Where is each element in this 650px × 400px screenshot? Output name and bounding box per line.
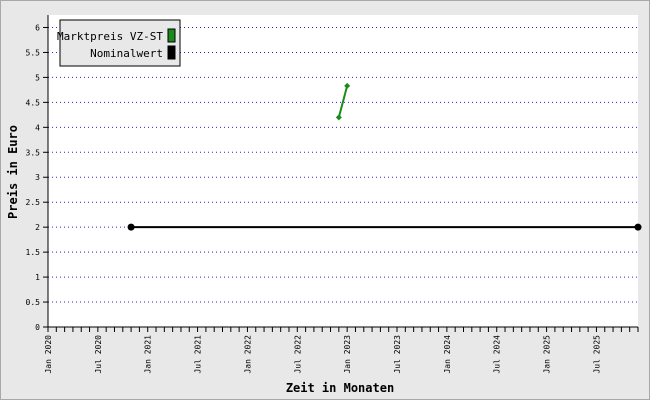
y-tick-label: 4 bbox=[35, 123, 40, 132]
chart-canvas: 0 0.5 1 1.5 2 2.5 3 3.5 4 4.5 5 5.5 6 Jan 2020 Jul 202… bbox=[6, 15, 642, 395]
y-axis-title: Preis in Euro bbox=[6, 125, 20, 219]
legend-swatch-nominalwert bbox=[167, 45, 176, 60]
x-tick-label: Jan 2024 bbox=[443, 335, 452, 374]
x-tick-label: Jan 2020 bbox=[44, 335, 53, 374]
y-tick-label: 1 bbox=[35, 273, 40, 282]
data-point-nominalwert bbox=[634, 223, 642, 231]
y-tick-label: 0 bbox=[35, 323, 40, 332]
x-tick-label: Jul 2022 bbox=[293, 335, 302, 374]
y-tick-label: 2 bbox=[35, 223, 40, 232]
x-tick-label: Jan 2022 bbox=[243, 335, 252, 374]
y-tick-label: 6 bbox=[35, 23, 40, 32]
data-point-nominalwert bbox=[127, 223, 135, 231]
x-tick-label: Jul 2025 bbox=[592, 335, 601, 374]
y-tick-label: 3.5 bbox=[26, 148, 41, 157]
legend-swatch-marktpreis bbox=[167, 28, 176, 43]
x-tick-label: Jul 2021 bbox=[194, 335, 203, 374]
y-tick-label: 1.5 bbox=[26, 248, 41, 257]
y-tick-label: 0.5 bbox=[26, 298, 41, 307]
y-tick-label: 5.5 bbox=[26, 48, 41, 57]
y-tick-label: 3 bbox=[35, 173, 40, 182]
y-tick-label: 2.5 bbox=[26, 198, 41, 207]
legend: Marktpreis VZ-ST Nominalwert bbox=[57, 19, 181, 67]
x-axis-title: Zeit in Monaten bbox=[286, 381, 394, 395]
y-tick-label: 4.5 bbox=[26, 98, 41, 107]
legend-label-nominalwert: Nominalwert bbox=[90, 47, 163, 60]
x-tick-label: Jul 2020 bbox=[94, 335, 103, 374]
x-tick-label: Jan 2021 bbox=[144, 335, 153, 374]
x-tick-label: Jan 2023 bbox=[343, 335, 352, 374]
x-tick-label: Jul 2023 bbox=[393, 335, 402, 374]
x-tick-label: Jan 2025 bbox=[543, 335, 552, 374]
legend-label-marktpreis: Marktpreis VZ-ST bbox=[57, 30, 163, 43]
y-tick-label: 5 bbox=[35, 73, 40, 82]
x-tick-label: Jul 2024 bbox=[493, 335, 502, 374]
